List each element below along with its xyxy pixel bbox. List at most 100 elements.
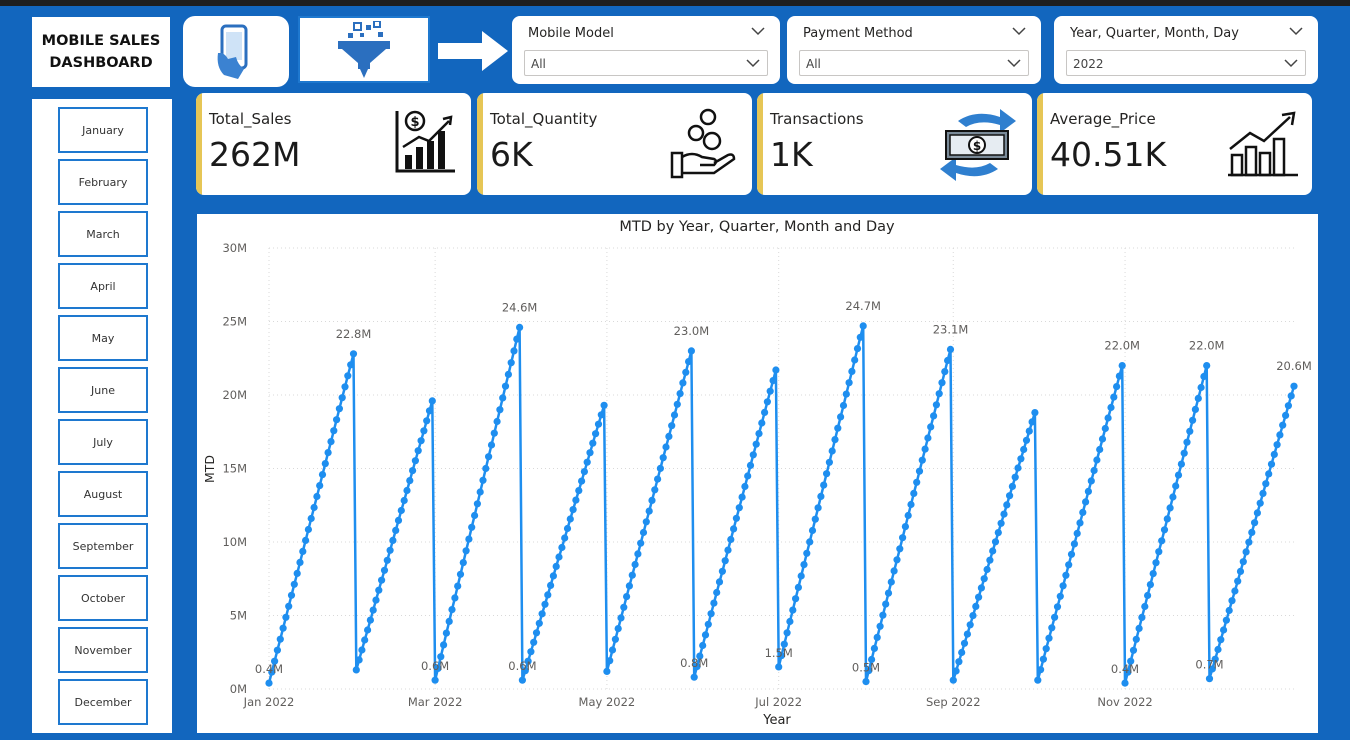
data-point[interactable] [440, 641, 448, 649]
data-point[interactable] [997, 519, 1005, 527]
data-point[interactable] [772, 366, 780, 374]
data-point[interactable] [1115, 372, 1123, 380]
data-point[interactable] [1158, 537, 1166, 545]
data-point[interactable] [1006, 492, 1014, 500]
data-point[interactable] [935, 390, 943, 398]
data-point[interactable] [603, 667, 611, 675]
data-point[interactable] [701, 631, 710, 639]
data-point[interactable] [592, 430, 600, 438]
data-point[interactable] [1087, 477, 1095, 485]
data-point[interactable] [741, 482, 749, 491]
data-point[interactable] [285, 602, 293, 610]
data-point[interactable] [907, 500, 915, 509]
data-point[interactable] [848, 367, 856, 375]
month-button-january[interactable]: January [58, 107, 148, 153]
data-point[interactable] [896, 545, 904, 553]
data-point[interactable] [828, 447, 836, 455]
data-point[interactable] [656, 464, 664, 472]
data-point[interactable] [1031, 409, 1039, 417]
data-point[interactable] [361, 636, 369, 644]
data-point[interactable] [1256, 499, 1264, 507]
data-point[interactable] [831, 436, 839, 444]
data-point[interactable] [651, 486, 659, 494]
data-point[interactable] [608, 646, 617, 654]
data-point[interactable] [839, 401, 848, 410]
data-point[interactable] [966, 621, 974, 629]
data-point[interactable] [732, 514, 741, 522]
data-point[interactable] [513, 335, 521, 343]
data-point[interactable] [1048, 624, 1056, 632]
data-point[interactable] [958, 648, 966, 657]
data-point[interactable] [761, 408, 769, 416]
data-point[interactable] [572, 496, 580, 504]
data-point[interactable] [400, 496, 408, 505]
month-button-december[interactable]: December [58, 679, 148, 725]
data-point[interactable] [1135, 624, 1143, 632]
data-point[interactable] [628, 571, 636, 579]
data-point[interactable] [1239, 558, 1247, 566]
data-point[interactable] [1065, 561, 1073, 569]
data-point[interactable] [364, 626, 372, 634]
data-point[interactable] [938, 379, 946, 387]
data-point[interactable] [1197, 383, 1205, 392]
data-point[interactable] [1160, 526, 1169, 534]
month-button-february[interactable]: February [58, 159, 148, 205]
data-point[interactable] [670, 411, 679, 419]
data-point[interactable] [969, 612, 977, 620]
data-point[interactable] [578, 477, 586, 485]
data-point[interactable] [1287, 392, 1295, 400]
data-point[interactable] [876, 622, 884, 630]
payment-method-dropdown[interactable]: All [799, 50, 1029, 76]
data-point[interactable] [1205, 675, 1214, 683]
data-point[interactable] [378, 576, 386, 584]
month-button-april[interactable]: April [58, 263, 148, 309]
data-point[interactable] [456, 570, 465, 578]
data-point[interactable] [397, 506, 405, 515]
data-point[interactable] [1259, 489, 1267, 497]
data-point[interactable] [355, 656, 363, 664]
data-point[interactable] [625, 582, 633, 590]
mtd-line-chart[interactable]: MTD by Year, Quarter, Month and Day 0M 5M… [197, 214, 1318, 733]
data-point[interactable] [853, 345, 862, 353]
data-point[interactable] [687, 347, 695, 355]
data-point[interactable] [735, 504, 743, 512]
data-point[interactable] [555, 553, 563, 561]
data-point[interactable] [910, 489, 918, 497]
data-point[interactable] [428, 397, 436, 405]
data-point[interactable] [710, 599, 718, 607]
data-point[interactable] [600, 401, 608, 409]
data-point[interactable] [1039, 655, 1047, 663]
data-point[interactable] [273, 646, 281, 654]
data-point[interactable] [352, 666, 360, 674]
data-point[interactable] [783, 629, 791, 637]
data-point[interactable] [884, 589, 893, 597]
data-point[interactable] [749, 451, 757, 459]
month-button-august[interactable]: August [58, 471, 148, 517]
data-point[interactable] [1228, 597, 1236, 605]
data-point[interactable] [392, 526, 400, 534]
data-point[interactable] [946, 345, 955, 353]
data-point[interactable] [1011, 473, 1019, 481]
data-point[interactable] [904, 511, 912, 520]
data-point[interactable] [310, 503, 318, 512]
data-point[interactable] [544, 591, 552, 599]
data-point[interactable] [1225, 606, 1233, 615]
data-point[interactable] [1169, 493, 1177, 501]
data-point[interactable] [1045, 634, 1053, 642]
data-point[interactable] [623, 593, 631, 601]
data-point[interactable] [930, 412, 938, 420]
data-point[interactable] [372, 596, 380, 604]
data-point[interactable] [648, 496, 656, 504]
data-point[interactable] [851, 356, 859, 364]
month-button-june[interactable]: June [58, 367, 148, 413]
data-point[interactable] [414, 447, 422, 455]
data-point[interactable] [915, 467, 924, 475]
data-point[interactable] [583, 458, 591, 466]
data-point[interactable] [715, 578, 724, 586]
data-point[interactable] [563, 524, 572, 533]
data-point[interactable] [304, 525, 312, 534]
data-point[interactable] [1022, 436, 1031, 444]
data-point[interactable] [403, 486, 411, 495]
data-point[interactable] [949, 676, 957, 684]
data-point[interactable] [341, 383, 349, 391]
